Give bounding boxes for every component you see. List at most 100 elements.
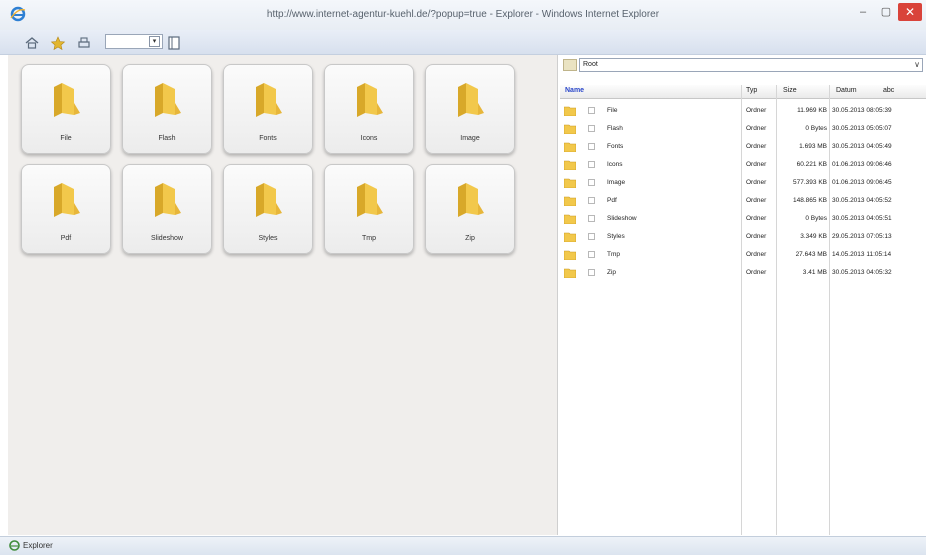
tile-styles[interactable]: Styles bbox=[223, 164, 313, 254]
folder-icon bbox=[54, 83, 80, 117]
row-checkbox[interactable] bbox=[588, 125, 595, 132]
folder-icon bbox=[564, 178, 576, 188]
cell-name: Icons bbox=[607, 161, 623, 168]
cell-size: 27.643 MB bbox=[795, 251, 827, 258]
table-row[interactable]: File Ordner 11.969 KB 30.05.2013 08:05:3… bbox=[560, 103, 926, 120]
table-row[interactable]: Flash Ordner 0 Bytes 30.05.2013 05:05:07 bbox=[560, 121, 926, 138]
tile-label: Zip bbox=[465, 235, 475, 242]
file-list-pane: Root ∨ Name Typ Size Datum abc File Ordn… bbox=[558, 55, 926, 535]
column-header-typ[interactable]: Typ bbox=[746, 87, 757, 94]
folder-up-icon[interactable] bbox=[563, 59, 577, 71]
row-checkbox[interactable] bbox=[588, 107, 595, 114]
folder-icon bbox=[564, 196, 576, 206]
status-bar: Explorer bbox=[0, 536, 926, 555]
cell-typ: Ordner bbox=[746, 107, 767, 114]
row-checkbox[interactable] bbox=[588, 269, 595, 276]
cell-typ: Ordner bbox=[746, 197, 767, 204]
cell-typ: Ordner bbox=[746, 215, 767, 222]
tile-label: Image bbox=[460, 135, 480, 142]
cell-name: Styles bbox=[607, 233, 625, 240]
tile-label: Tmp bbox=[362, 235, 376, 242]
table-row[interactable]: Zip Ordner 3.41 MB 30.05.2013 04:05:32 bbox=[560, 265, 926, 282]
home-icon[interactable] bbox=[24, 35, 40, 51]
cell-date: 30.05.2013 04:05:49 bbox=[832, 143, 892, 150]
tile-label: Flash bbox=[158, 135, 176, 142]
title-bar: http://www.internet-agentur-kuehl.de/?po… bbox=[0, 0, 926, 31]
table-row[interactable]: Icons Ordner 60.221 KB 01.06.2013 09:06:… bbox=[560, 157, 926, 174]
table-row[interactable]: Tmp Ordner 27.643 MB 14.05.2013 11:05:14 bbox=[560, 247, 926, 264]
table-row[interactable]: Styles Ordner 3.349 KB 29.05.2013 07:05:… bbox=[560, 229, 926, 246]
folder-icon bbox=[564, 160, 576, 170]
tile-image[interactable]: Image bbox=[425, 64, 515, 154]
minimize-button[interactable]: – bbox=[852, 3, 874, 21]
tile-label: Icons bbox=[360, 135, 378, 142]
page-icon[interactable] bbox=[166, 35, 182, 51]
cell-date: 01.06.2013 09:06:45 bbox=[832, 179, 892, 186]
tile-tmp[interactable]: Tmp bbox=[324, 164, 414, 254]
folder-icon bbox=[564, 268, 576, 278]
chevron-down-icon[interactable]: ∨ bbox=[914, 59, 920, 71]
folder-icon bbox=[564, 124, 576, 134]
cell-date: 30.05.2013 04:05:32 bbox=[832, 269, 892, 276]
tile-label: File bbox=[60, 135, 72, 142]
star-icon[interactable] bbox=[50, 35, 66, 51]
folder-icon bbox=[564, 106, 576, 116]
tile-zip[interactable]: Zip bbox=[425, 164, 515, 254]
row-checkbox[interactable] bbox=[588, 143, 595, 150]
cell-name: Flash bbox=[607, 125, 623, 132]
column-header-name[interactable]: Name bbox=[565, 87, 584, 94]
cell-size: 1.693 MB bbox=[799, 143, 827, 150]
row-checkbox[interactable] bbox=[588, 233, 595, 240]
row-checkbox[interactable] bbox=[588, 215, 595, 222]
cell-name: Zip bbox=[607, 269, 617, 276]
tile-flash[interactable]: Flash bbox=[122, 64, 212, 154]
cell-date: 30.05.2013 04:05:52 bbox=[832, 197, 892, 204]
grid-header: Name Typ Size Datum abc bbox=[560, 85, 926, 99]
cell-size: 148.865 KB bbox=[793, 197, 827, 204]
table-row[interactable]: Slideshow Ordner 0 Bytes 30.05.2013 04:0… bbox=[560, 211, 926, 228]
cell-name: Slideshow bbox=[607, 215, 637, 222]
cell-date: 30.05.2013 08:05:39 bbox=[832, 107, 892, 114]
folder-tiles-pane: File Flash Fonts Icons Image Pdf Slidesh… bbox=[8, 55, 558, 535]
folder-icon bbox=[458, 183, 484, 217]
cell-typ: Ordner bbox=[746, 143, 767, 150]
tile-slideshow[interactable]: Slideshow bbox=[122, 164, 212, 254]
folder-icon bbox=[564, 142, 576, 152]
cell-name: Image bbox=[607, 179, 626, 186]
tile-label: Slideshow bbox=[151, 235, 183, 242]
row-checkbox[interactable] bbox=[588, 179, 595, 186]
cell-typ: Ordner bbox=[746, 125, 767, 132]
chevron-down-icon[interactable]: ▾ bbox=[149, 36, 160, 47]
explorer-status-icon bbox=[9, 540, 20, 551]
table-row[interactable]: Image Ordner 577.393 KB 01.06.2013 09:06… bbox=[560, 175, 926, 192]
column-header-sort[interactable]: abc bbox=[883, 87, 894, 94]
column-header-date[interactable]: Datum bbox=[836, 87, 857, 94]
tile-label: Styles bbox=[258, 235, 278, 242]
print-icon[interactable] bbox=[76, 35, 92, 51]
table-row[interactable]: Pdf Ordner 148.865 KB 30.05.2013 04:05:5… bbox=[560, 193, 926, 210]
maximize-button[interactable]: ▢ bbox=[875, 3, 897, 21]
status-text: Explorer bbox=[23, 541, 53, 550]
zoom-select[interactable]: ▾ bbox=[105, 34, 163, 49]
row-checkbox[interactable] bbox=[588, 251, 595, 258]
folder-icon bbox=[256, 83, 282, 117]
tile-fonts[interactable]: Fonts bbox=[223, 64, 313, 154]
cell-size: 11.969 KB bbox=[797, 107, 827, 114]
cell-date: 30.05.2013 05:05:07 bbox=[832, 125, 892, 132]
path-select[interactable]: Root ∨ bbox=[579, 58, 923, 72]
close-button[interactable]: ✕ bbox=[898, 3, 922, 21]
tile-label: Pdf bbox=[60, 235, 72, 242]
cell-typ: Ordner bbox=[746, 179, 767, 186]
cell-size: 0 Bytes bbox=[805, 125, 827, 132]
cell-size: 3.349 KB bbox=[800, 233, 827, 240]
folder-icon bbox=[564, 250, 576, 260]
column-header-size[interactable]: Size bbox=[783, 87, 797, 94]
row-checkbox[interactable] bbox=[588, 161, 595, 168]
folder-icon bbox=[357, 83, 383, 117]
table-row[interactable]: Fonts Ordner 1.693 MB 30.05.2013 04:05:4… bbox=[560, 139, 926, 156]
tile-pdf[interactable]: Pdf bbox=[21, 164, 111, 254]
row-checkbox[interactable] bbox=[588, 197, 595, 204]
tile-icons[interactable]: Icons bbox=[324, 64, 414, 154]
cell-name: Pdf bbox=[607, 197, 617, 204]
tile-file[interactable]: File bbox=[21, 64, 111, 154]
